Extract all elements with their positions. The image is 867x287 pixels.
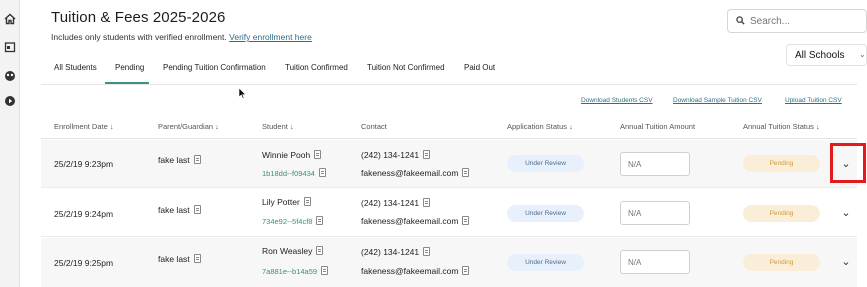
document-icon[interactable] xyxy=(423,150,431,159)
document-icon[interactable] xyxy=(462,168,470,177)
chevron-down-icon: ⌄ xyxy=(859,50,866,59)
document-icon[interactable] xyxy=(193,155,201,164)
page-subtitle: Includes only students with verified enr… xyxy=(51,32,312,42)
tab-paid-out[interactable]: Paid Out xyxy=(464,63,495,72)
contact-phone: (242) 134-1241 xyxy=(361,150,431,160)
document-icon[interactable] xyxy=(193,254,201,263)
parent-name: fake last xyxy=(158,254,201,264)
student-id: 734e92--5f4cf8 xyxy=(262,216,324,226)
tuition-status-badge: Pending xyxy=(743,254,820,271)
document-icon[interactable] xyxy=(321,266,329,275)
document-icon[interactable] xyxy=(314,150,322,159)
highlight-box xyxy=(830,143,866,183)
tab-tuition-confirmed[interactable]: Tuition Confirmed xyxy=(285,63,348,72)
document-icon[interactable] xyxy=(316,246,324,255)
search-icon xyxy=(736,16,745,25)
table-header: Enrollment Date ↓ Parent/Guardian ↓ Stud… xyxy=(41,113,857,139)
tab-pending[interactable]: Pending xyxy=(115,63,144,72)
document-icon[interactable] xyxy=(423,198,431,207)
school-select-value: All Schools xyxy=(795,50,845,61)
annual-tuition-input[interactable] xyxy=(620,201,690,225)
parent-name: fake last xyxy=(158,205,201,215)
verify-enrollment-link[interactable]: Verify enrollment here xyxy=(229,32,312,42)
col-student[interactable]: Student ↓ xyxy=(262,122,294,131)
student-name: Ron Weasley xyxy=(262,246,324,256)
col-annual-tuition-amount: Annual Tuition Amount xyxy=(620,122,696,131)
search-box[interactable] xyxy=(727,9,867,33)
home-icon[interactable] xyxy=(4,13,16,25)
document-icon[interactable] xyxy=(462,266,470,275)
mouse-cursor-icon xyxy=(239,88,247,99)
calendar-icon[interactable] xyxy=(4,41,16,53)
active-tab-indicator xyxy=(105,82,149,84)
tuition-status-badge: Pending xyxy=(743,155,820,172)
subtitle-text: Includes only students with verified enr… xyxy=(51,32,227,42)
document-icon[interactable] xyxy=(462,216,470,225)
student-id: 1b18dd--f09434 xyxy=(262,168,326,178)
table-row: 25/2/19 9:24pm fake last Lily Potter 734… xyxy=(41,189,857,237)
parent-name: fake last xyxy=(158,155,201,165)
table-row: 25/2/19 9:23pm fake last Winnie Pooh 1b1… xyxy=(41,140,857,188)
annual-tuition-input[interactable] xyxy=(620,250,690,274)
contact-phone: (242) 134-1241 xyxy=(361,198,431,208)
document-icon[interactable] xyxy=(193,205,201,214)
play-icon[interactable] xyxy=(4,95,16,107)
contact-email: fakeness@fakeemail.com xyxy=(361,266,470,276)
col-enrollment-date[interactable]: Enrollment Date ↓ xyxy=(54,122,114,131)
expand-row-chevron-icon[interactable]: ⌄ xyxy=(836,252,856,272)
annual-tuition-input[interactable] xyxy=(620,152,690,176)
main-content: Tuition & Fees 2025-2026 Includes only s… xyxy=(31,0,867,287)
table-row: 25/2/19 9:25pm fake last Ron Weasley 7a8… xyxy=(41,238,857,287)
enrollment-date: 25/2/19 9:25pm xyxy=(54,258,114,268)
student-name: Lily Potter xyxy=(262,197,311,207)
school-select[interactable]: All Schools ⌄ xyxy=(786,44,867,66)
enrollment-date: 25/2/19 9:23pm xyxy=(54,159,114,169)
col-application-status[interactable]: Application Status ↓ xyxy=(507,122,573,131)
contact-email: fakeness@fakeemail.com xyxy=(361,216,470,226)
col-annual-tuition-status[interactable]: Annual Tuition Status ↓ xyxy=(743,122,820,131)
tabs-divider xyxy=(41,84,857,85)
col-contact: Contact xyxy=(361,122,387,131)
community-icon[interactable] xyxy=(4,70,16,82)
left-nav-rail xyxy=(0,0,20,287)
tuition-status-badge: Pending xyxy=(743,205,820,222)
enrollment-date: 25/2/19 9:24pm xyxy=(54,209,114,219)
application-status-badge: Under Review xyxy=(507,254,584,271)
tab-pending-tuition-confirmation[interactable]: Pending Tuition Confirmation xyxy=(163,63,266,72)
tab-tuition-not-confirmed[interactable]: Tuition Not Confirmed xyxy=(367,63,445,72)
upload-tuition-csv-link[interactable]: Upload Tuition CSV xyxy=(785,97,842,104)
contact-email: fakeness@fakeemail.com xyxy=(361,168,470,178)
document-icon[interactable] xyxy=(316,216,324,225)
contact-phone: (242) 134-1241 xyxy=(361,247,431,257)
col-parent-guardian[interactable]: Parent/Guardian ↓ xyxy=(158,122,219,131)
document-icon[interactable] xyxy=(423,247,431,256)
application-status-badge: Under Review xyxy=(507,205,584,222)
expand-row-chevron-icon[interactable]: ⌄ xyxy=(836,203,856,223)
application-status-badge: Under Review xyxy=(507,155,584,172)
download-students-csv-link[interactable]: Download Students CSV xyxy=(581,97,653,104)
document-icon[interactable] xyxy=(318,168,326,177)
document-icon[interactable] xyxy=(303,197,311,206)
search-input[interactable] xyxy=(750,13,860,30)
tab-all-students[interactable]: All Students xyxy=(54,63,97,72)
page-title: Tuition & Fees 2025-2026 xyxy=(51,9,226,26)
student-name: Winnie Pooh xyxy=(262,150,322,160)
student-id: 7a881e--b14a59 xyxy=(262,266,329,276)
download-sample-tuition-csv-link[interactable]: Download Sample Tuition CSV xyxy=(673,97,762,104)
